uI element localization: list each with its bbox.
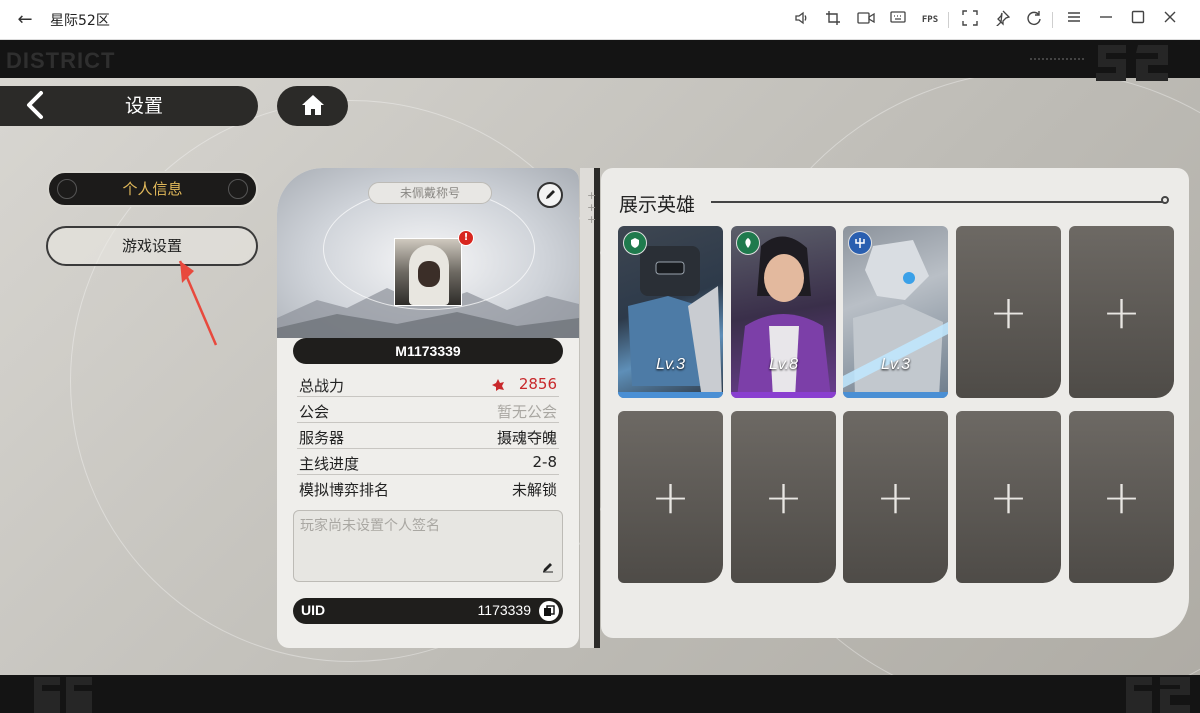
signature-field[interactable]: 玩家尚未设置个人签名: [293, 510, 563, 582]
stat-value-ranking: 未解锁: [511, 481, 557, 499]
uid-value: 1173339: [477, 602, 531, 618]
heroes-title-line: [711, 201, 1163, 203]
pin-icon[interactable]: [992, 10, 1012, 30]
toolbar-divider: [1052, 12, 1053, 28]
shield-faction-icon: [623, 231, 647, 255]
keyboard-icon[interactable]: [888, 10, 908, 30]
title-badge[interactable]: 未佩戴称号: [368, 182, 492, 204]
hero-slot-7[interactable]: +: [731, 411, 836, 583]
stat-label: 主线进度: [299, 455, 360, 473]
back-button[interactable]: 设置: [0, 86, 258, 126]
menu-icon[interactable]: [1064, 10, 1084, 30]
decor-number-graphic: [1090, 40, 1190, 96]
add-hero-plus-icon: +: [989, 470, 1028, 524]
hero-slot-1[interactable]: Lv.3: [618, 226, 723, 398]
copy-icon[interactable]: [539, 601, 559, 621]
fps-icon[interactable]: FPS: [918, 10, 942, 30]
hero-slot-3[interactable]: Lv.3: [843, 226, 948, 398]
panel-divider: [580, 168, 595, 648]
maximize-icon[interactable]: [1128, 10, 1148, 30]
home-icon: [301, 94, 325, 120]
hero-slot-9[interactable]: +: [956, 411, 1061, 583]
stat-value-server: 摄魂夺魄: [496, 429, 557, 447]
trident-faction-icon: [848, 231, 872, 255]
rarity-bar: [618, 392, 723, 398]
add-hero-plus-icon: +: [651, 470, 690, 524]
bottom-banner: [0, 675, 1200, 713]
back-arrow-icon[interactable]: ←: [14, 9, 36, 31]
add-hero-plus-icon: +: [764, 470, 803, 524]
hero-slot-10[interactable]: +: [1069, 411, 1174, 583]
stat-label: 模拟博弈排名: [299, 481, 390, 499]
window-title: 星际52区: [50, 13, 110, 29]
add-hero-plus-icon: +: [876, 470, 915, 524]
stat-value-progress: 2-8: [532, 453, 558, 471]
hero-slot-6[interactable]: +: [618, 411, 723, 583]
stat-label: 总战力: [299, 377, 345, 395]
hero-slot-2[interactable]: Lv.8: [731, 226, 836, 398]
page-title: 设置: [124, 95, 163, 117]
avatar[interactable]: [394, 238, 462, 306]
avatar-face: [418, 261, 440, 287]
hero-level: Lv.3: [655, 356, 686, 373]
stat-value-guild: 暂无公会: [496, 403, 557, 421]
uid-bar: UID 1173339: [293, 598, 563, 624]
hero-level: Lv.8: [768, 356, 799, 373]
uid-label: UID: [301, 602, 326, 618]
rotate-icon[interactable]: [1024, 10, 1044, 30]
heroes-title-dot: [1161, 196, 1169, 204]
power-icon: [491, 377, 505, 396]
stat-row-progress: 主线进度 2-8: [297, 449, 559, 475]
game-viewport: DISTRICT 设置 个人信息 游戏设置 未佩戴称号 ! M1173339 总…: [0, 40, 1200, 713]
stat-label: 公会: [299, 403, 330, 421]
window-titlebar: ← 星际52区 FPS: [0, 0, 1200, 40]
stat-row-ranking: 模拟博弈排名 未解锁: [297, 475, 559, 501]
stat-label: 服务器: [299, 429, 345, 447]
annotation-arrow: [170, 255, 230, 355]
toolbar-divider: [948, 12, 949, 28]
decor-dots: [1030, 58, 1084, 66]
menu-item-label: 个人信息: [122, 180, 183, 198]
top-banner: DISTRICT: [0, 40, 1200, 81]
rarity-bar: [843, 392, 948, 398]
profile-card: 未佩戴称号 ! M1173339 总战力 2856 公会 暂无公会 服务器 摄魂…: [277, 168, 579, 648]
minimize-icon[interactable]: [1096, 10, 1116, 30]
add-hero-plus-icon: +: [989, 285, 1028, 339]
stat-row-power: 总战力 2856: [297, 371, 559, 397]
hero-slot-4[interactable]: +: [956, 226, 1061, 398]
leaf-faction-icon: [736, 231, 760, 255]
volume-icon[interactable]: [792, 10, 812, 30]
alert-badge: !: [458, 230, 474, 246]
menu-item-personal-info[interactable]: 个人信息: [47, 171, 258, 207]
player-name: M1173339: [293, 338, 563, 364]
decor-plus-column: + + +: [587, 189, 597, 226]
stat-row-server: 服务器 摄魂夺魄: [297, 423, 559, 449]
stat-value-power: 2856: [518, 375, 557, 393]
fullscreen-icon[interactable]: [960, 10, 980, 30]
close-icon[interactable]: [1160, 10, 1180, 30]
add-hero-plus-icon: +: [1102, 470, 1141, 524]
signature-placeholder: 玩家尚未设置个人签名: [300, 518, 440, 534]
record-icon[interactable]: [856, 10, 876, 30]
hero-level: Lv.3: [880, 356, 911, 373]
stat-row-guild: 公会 暂无公会: [297, 397, 559, 423]
pencil-icon[interactable]: [537, 182, 563, 208]
district-text: DISTRICT: [6, 48, 116, 73]
panel-divider-line: [594, 168, 600, 648]
crop-icon[interactable]: [823, 10, 843, 30]
pencil-icon[interactable]: [542, 561, 554, 577]
decor-number-graphic: [1120, 675, 1200, 713]
add-hero-plus-icon: +: [1102, 285, 1141, 339]
hero-slot-8[interactable]: +: [843, 411, 948, 583]
rarity-bar: [731, 392, 836, 398]
home-button[interactable]: [277, 86, 348, 126]
heroes-title: 展示英雄: [619, 194, 696, 216]
hero-slot-5[interactable]: +: [1069, 226, 1174, 398]
decor-number-graphic: [4, 675, 94, 713]
